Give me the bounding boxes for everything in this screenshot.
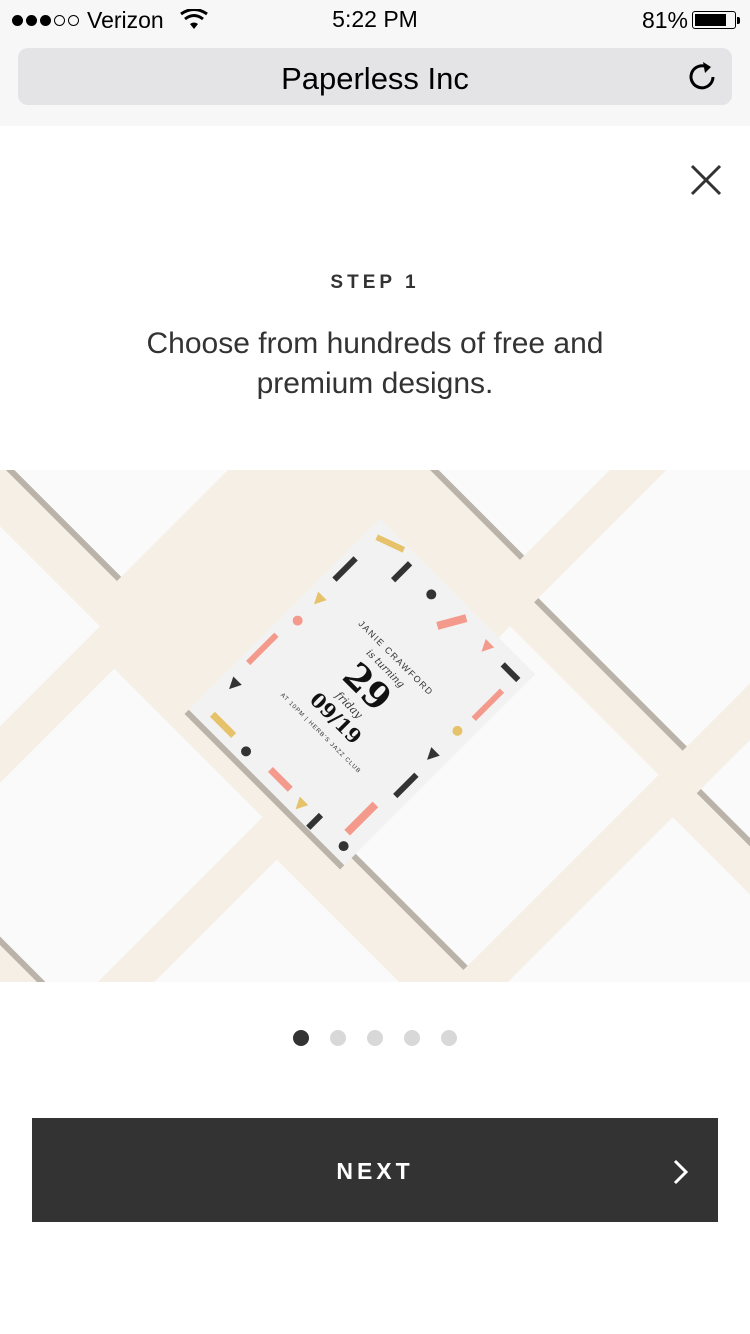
reload-icon[interactable] — [686, 60, 720, 94]
browser-toolbar: Paperless Inc — [0, 40, 750, 126]
battery-icon — [692, 11, 736, 29]
url-title: Paperless Inc — [281, 61, 469, 96]
page-dot-2[interactable] — [330, 1030, 346, 1046]
close-icon[interactable] — [682, 156, 730, 204]
page-dot-4[interactable] — [404, 1030, 420, 1046]
status-right: 81% — [642, 6, 740, 34]
status-bar: Verizon 5:22 PM 81% — [0, 0, 750, 40]
page-dot-5[interactable] — [441, 1030, 457, 1046]
status-time: 5:22 PM — [332, 6, 418, 32]
card-grid-illustration: JANIE CRAWFORD is turning 29 friday 09/1… — [0, 470, 750, 982]
onboarding-headline: Choose from hundreds of free and premium… — [146, 327, 604, 400]
next-button[interactable]: NEXT — [32, 1118, 718, 1222]
next-button-label: NEXT — [336, 1158, 414, 1184]
address-bar[interactable]: Paperless Inc — [18, 48, 732, 105]
chevron-right-icon — [673, 1159, 689, 1185]
page-indicator — [0, 1030, 750, 1046]
battery-percent: 81% — [641, 6, 688, 33]
step-label: STEP 1 — [330, 272, 420, 293]
page-dot-3[interactable] — [367, 1030, 383, 1046]
hero-illustration: JANIE CRAWFORD is turning 29 friday 09/1… — [0, 470, 750, 982]
page-dot-1[interactable] — [293, 1030, 309, 1046]
battery-tip — [737, 16, 740, 24]
